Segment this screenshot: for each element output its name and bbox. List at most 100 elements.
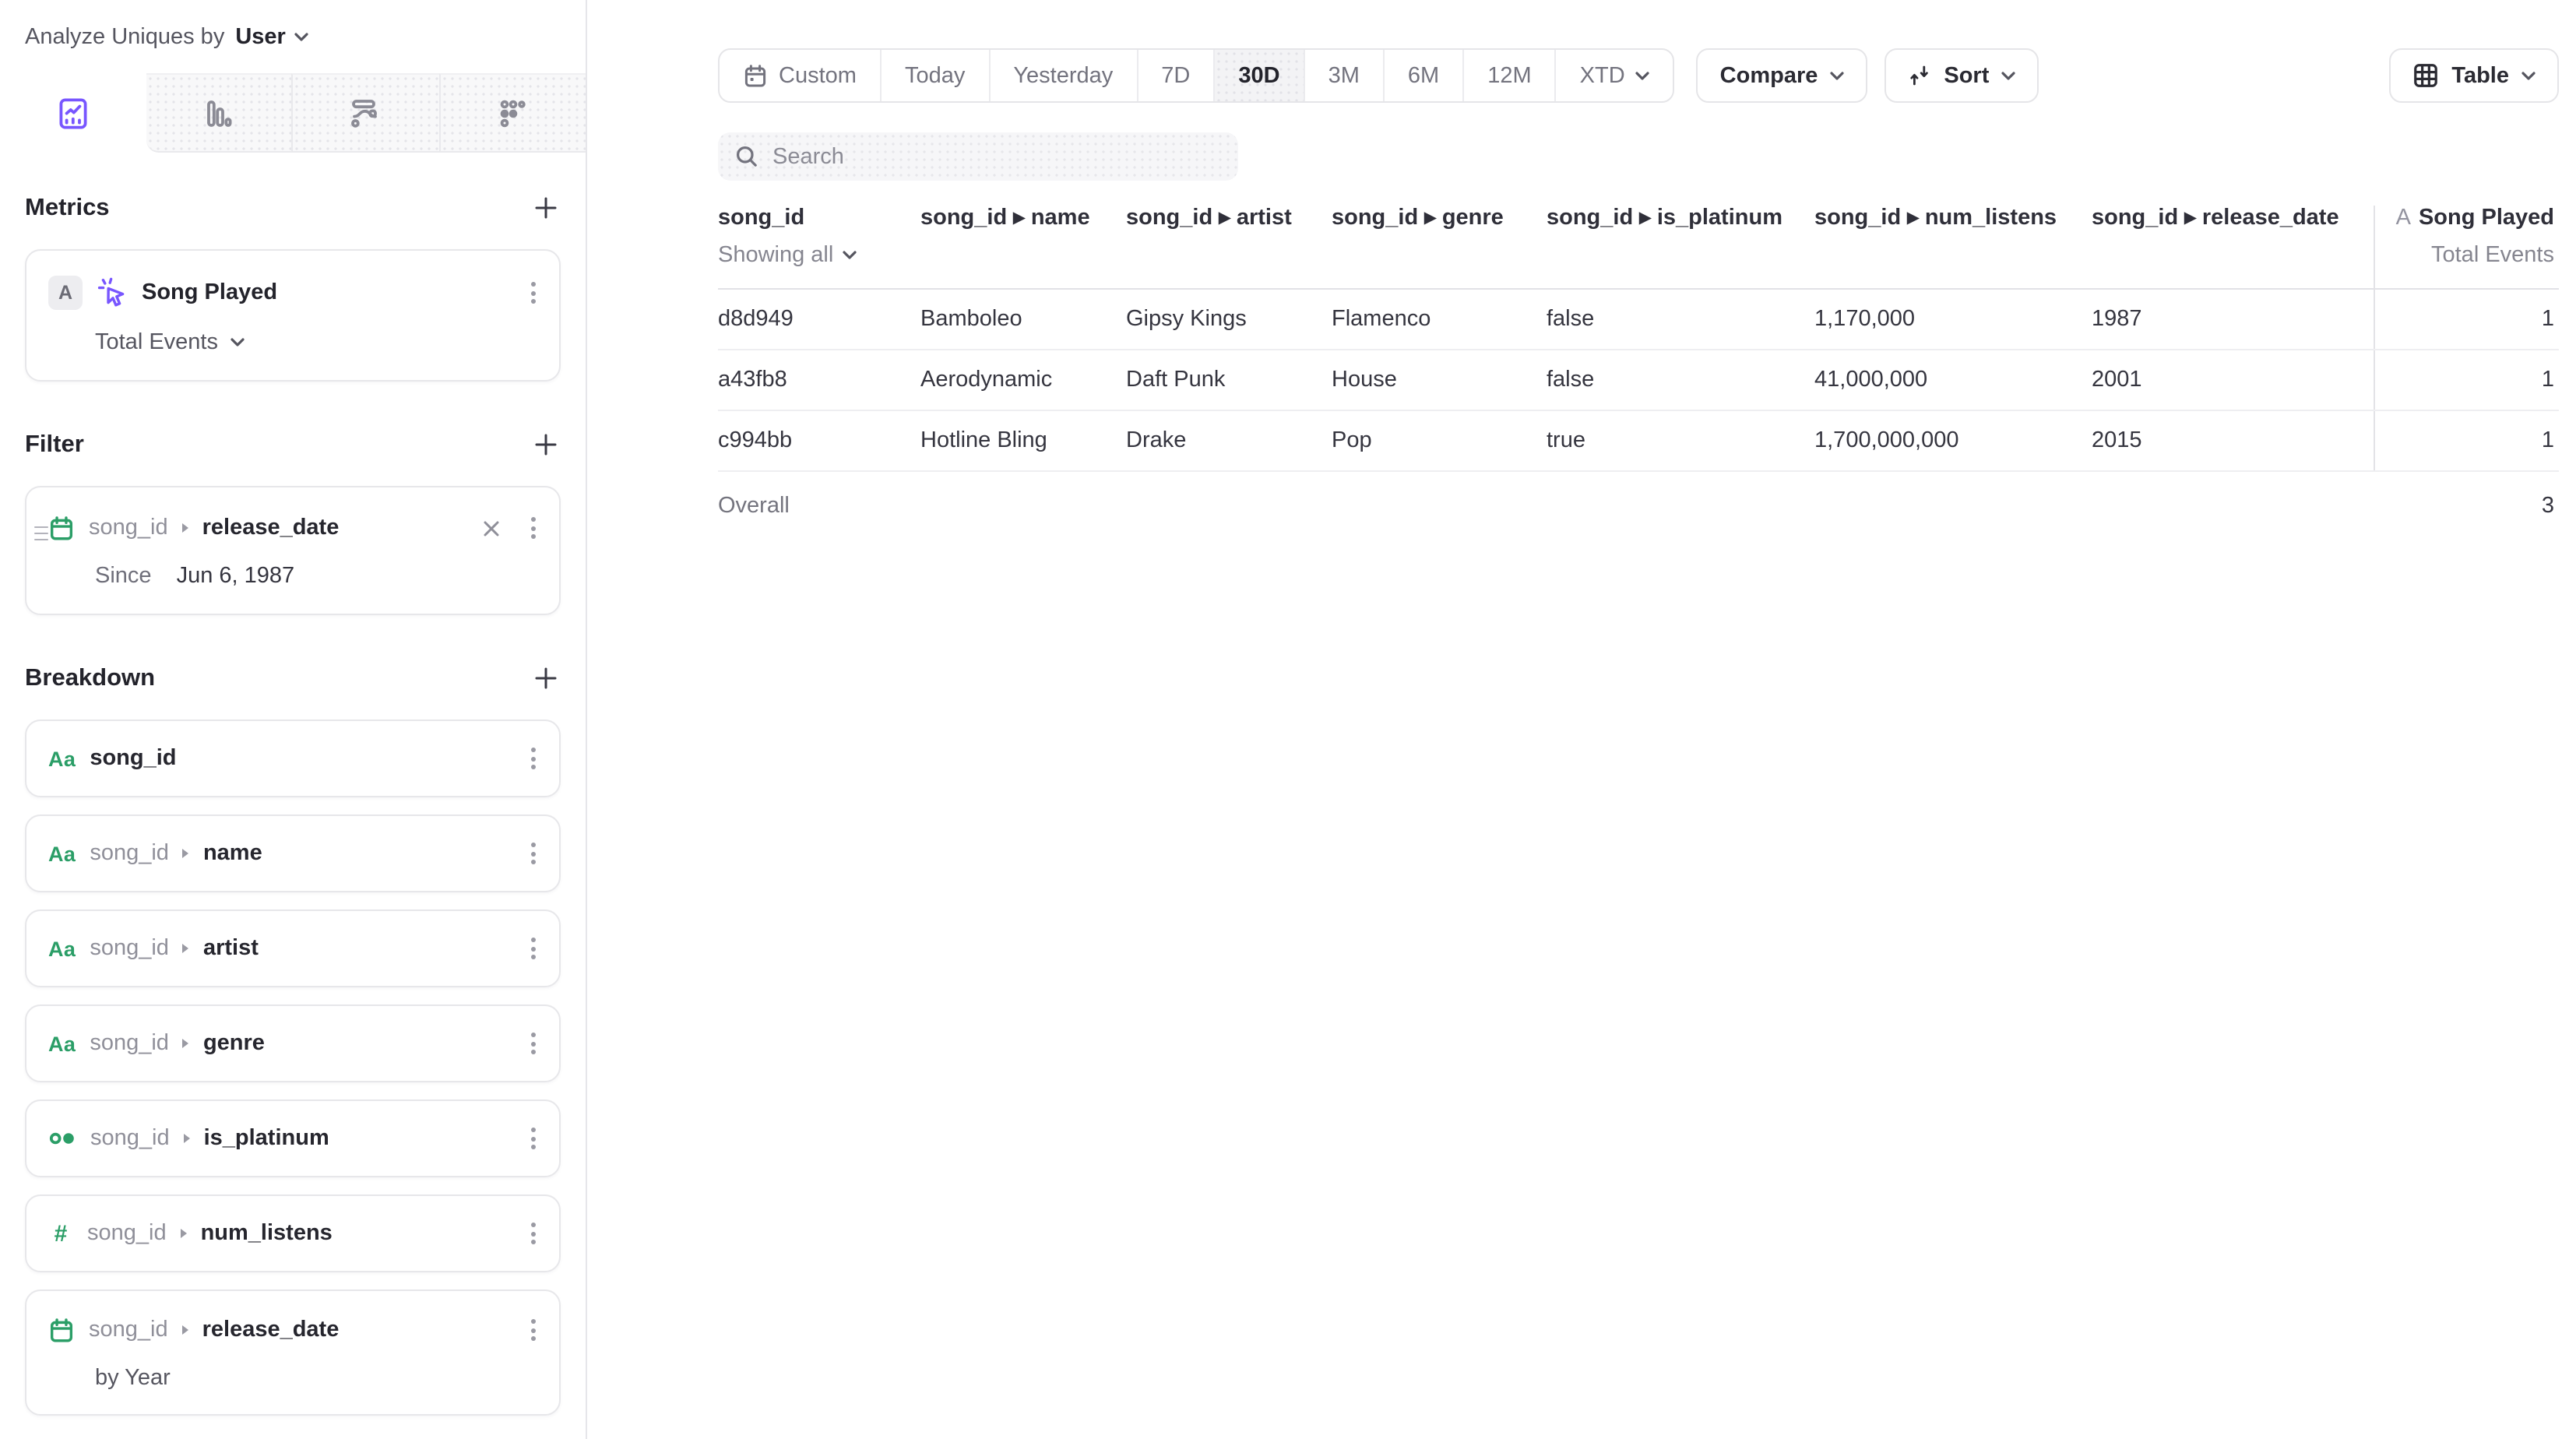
view-type-button[interactable]: Table <box>2389 48 2559 103</box>
breakdown-item-genre[interactable]: Aa song_id genre <box>25 1004 561 1082</box>
chevron-down-icon <box>231 338 245 347</box>
chevron-down-icon <box>843 251 857 260</box>
sort-button[interactable]: Sort <box>1884 48 2039 103</box>
add-metric-button[interactable] <box>531 193 561 223</box>
cell-song-id: c994bb <box>718 428 920 453</box>
range-custom[interactable]: Custom <box>720 50 880 101</box>
bar-chart-icon <box>202 96 236 130</box>
range-label: Yesterday <box>1013 63 1113 88</box>
breakdown-item-artist[interactable]: Aa song_id artist <box>25 909 561 987</box>
cell-is-platinum: false <box>1547 307 1814 332</box>
breakdown-property: genre <box>203 1031 265 1056</box>
chevron-down-icon <box>1830 71 1844 80</box>
compare-label: Compare <box>1720 63 1818 88</box>
metric-aggregation-dropdown[interactable]: Total Events <box>48 330 540 355</box>
chevron-down-icon <box>295 32 309 41</box>
breakdown-property: release_date <box>202 1318 340 1342</box>
calendar-icon <box>48 1317 75 1343</box>
column-header-song-id[interactable]: song_id Showing all <box>718 206 920 288</box>
breakdown-bucket-dropdown[interactable]: by Year <box>48 1366 540 1391</box>
breakdown-property: artist <box>203 936 259 961</box>
event-click-spark-icon <box>97 277 128 308</box>
cell-metric-value: 1 <box>2374 350 2557 410</box>
filter-condition-row[interactable]: Since Jun 6, 1987 <box>48 564 540 589</box>
breakdown-property: name <box>203 841 262 866</box>
table-search[interactable] <box>718 132 1238 181</box>
cell-name: Hotline Bling <box>920 428 1126 453</box>
search-icon <box>735 145 758 168</box>
breakdown-item-song-id[interactable]: Aa song_id <box>25 720 561 797</box>
breakdown-options-kebab-icon[interactable] <box>526 838 540 869</box>
cell-genre: Pop <box>1332 428 1547 453</box>
insights-line-chart-icon <box>56 96 90 130</box>
breakdown-options-kebab-icon[interactable] <box>526 1028 540 1059</box>
column-header-genre[interactable]: song_id ▸ genre <box>1332 206 1547 288</box>
tab-insights-line[interactable] <box>0 73 146 153</box>
metrics-grid-icon <box>496 96 530 130</box>
showing-all-dropdown[interactable]: Showing all <box>718 243 920 268</box>
breakdown-options-kebab-icon[interactable] <box>526 743 540 774</box>
property-arrow-icon <box>182 1325 188 1335</box>
metric-header-aggregation: Total Events <box>2431 243 2554 268</box>
range-label: 3M <box>1328 63 1360 88</box>
search-input[interactable] <box>772 144 1221 169</box>
insights-report-page: Analyze Uniques by User <box>0 0 2576 1439</box>
filter-options-kebab-icon[interactable] <box>526 512 540 544</box>
range-30d[interactable]: 30D <box>1213 50 1303 101</box>
filter-value: Jun 6, 1987 <box>177 564 295 589</box>
range-label: Custom <box>779 63 857 88</box>
tab-metrics[interactable] <box>438 73 586 153</box>
range-6m[interactable]: 6M <box>1383 50 1462 101</box>
tab-bar-chart[interactable] <box>146 73 291 153</box>
property-arrow-icon <box>183 849 189 858</box>
range-today[interactable]: Today <box>880 50 988 101</box>
remove-filter-icon[interactable] <box>480 516 503 540</box>
column-header-artist[interactable]: song_id ▸ artist <box>1126 206 1332 288</box>
filter-operator: Since <box>95 564 152 589</box>
range-yesterday[interactable]: Yesterday <box>988 50 1136 101</box>
table-row[interactable]: a43fb8 Aerodynamic Daft Punk House false… <box>718 350 2559 411</box>
metric-event-name: Song Played <box>142 280 277 305</box>
calendar-icon <box>743 63 768 88</box>
breakdown-item-num-listens[interactable]: # song_id num_listens <box>25 1194 561 1272</box>
chevron-down-icon <box>2001 71 2015 80</box>
metric-series-badge: A <box>48 276 83 310</box>
column-header-metric[interactable]: ASong Played Total Events <box>2374 206 2557 288</box>
breakdown-item-is-platinum[interactable]: song_id is_platinum <box>25 1099 561 1177</box>
range-12m[interactable]: 12M <box>1462 50 1554 101</box>
add-filter-button[interactable] <box>531 430 561 459</box>
range-label: 12M <box>1487 63 1531 88</box>
filter-section-header: Filter <box>25 430 561 459</box>
column-header-is-platinum[interactable]: song_id ▸ is_platinum <box>1547 206 1814 288</box>
add-breakdown-button[interactable] <box>531 663 561 693</box>
breakdown-item-name[interactable]: Aa song_id name <box>25 814 561 892</box>
filter-property: release_date <box>202 515 340 540</box>
breakdown-options-kebab-icon[interactable] <box>526 1218 540 1249</box>
range-label: 7D <box>1161 63 1190 88</box>
table-grid-icon <box>2412 62 2439 89</box>
breakdown-item-release-date[interactable]: song_id release_date by Year <box>25 1289 561 1416</box>
metric-options-kebab-icon[interactable] <box>526 277 540 308</box>
table-row[interactable]: d8d949 Bamboleo Gipsy Kings Flamenco fal… <box>718 290 2559 350</box>
drag-handle-icon[interactable] <box>34 526 48 540</box>
range-xtd[interactable]: XTD <box>1555 50 1673 101</box>
column-header-num-listens[interactable]: song_id ▸ num_listens <box>1814 206 2092 288</box>
table-row[interactable]: c994bb Hotline Bling Drake Pop true 1,70… <box>718 411 2559 472</box>
breakdown-options-kebab-icon[interactable] <box>526 933 540 964</box>
compare-button[interactable]: Compare <box>1697 48 1868 103</box>
column-header-name[interactable]: song_id ▸ name <box>920 206 1126 288</box>
range-3m[interactable]: 3M <box>1304 50 1383 101</box>
text-property-icon: Aa <box>48 937 76 960</box>
flows-icon <box>347 96 385 130</box>
analyze-entity-dropdown[interactable]: User <box>235 24 309 49</box>
cell-artist: Gipsy Kings <box>1126 307 1332 332</box>
breakdown-options-kebab-icon[interactable] <box>526 1123 540 1154</box>
tab-flows[interactable] <box>291 73 438 153</box>
column-header-release-date[interactable]: song_id ▸ release_date <box>2092 206 2374 288</box>
filter-parent-property: song_id <box>89 515 168 540</box>
breakdown-options-kebab-icon[interactable] <box>526 1314 540 1346</box>
range-7d[interactable]: 7D <box>1136 50 1213 101</box>
metric-card[interactable]: A Song Played Total Events <box>25 249 561 382</box>
cell-song-id: a43fb8 <box>718 368 920 392</box>
filter-card[interactable]: song_id release_date Since Jun 6, 1987 <box>25 486 561 615</box>
